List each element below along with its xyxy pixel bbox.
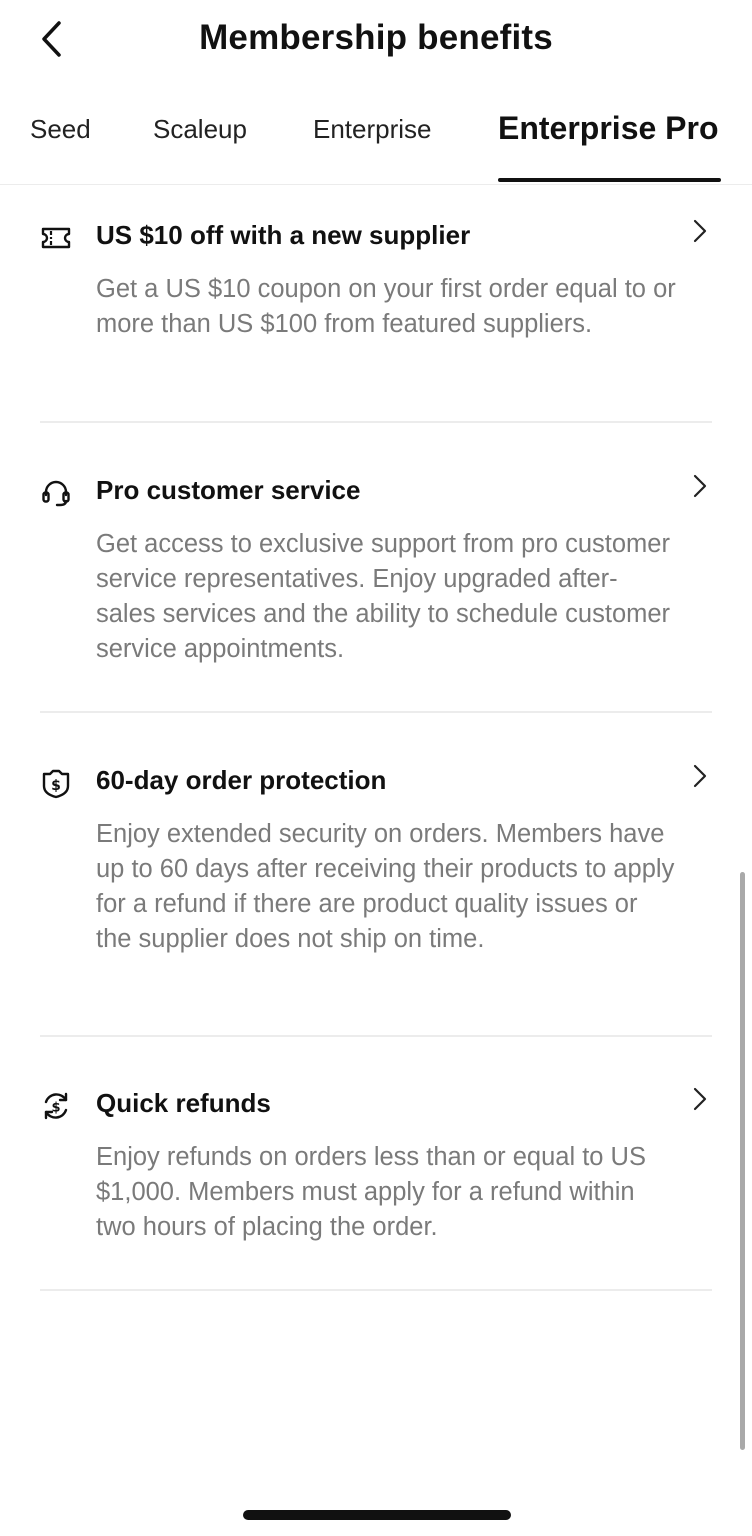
benefit-title: Quick refunds: [96, 1088, 271, 1118]
divider: [40, 711, 712, 713]
refund-cycle-icon: $: [44, 1092, 68, 1120]
tab-scaleup[interactable]: Scaleup: [153, 114, 247, 145]
dollar-shield-icon: $: [42, 769, 70, 799]
benefit-description: Get a US $10 coupon on your first order …: [96, 275, 676, 338]
chevron-right-icon: [693, 764, 707, 788]
coupon-ticket-icon: [41, 227, 71, 249]
scrollbar[interactable]: [740, 872, 745, 1450]
headset-icon: [42, 480, 70, 507]
benefit-title: US $10 off with a new supplier: [96, 220, 471, 250]
chevron-right-icon: [693, 474, 707, 498]
tab-enterprise-pro[interactable]: Enterprise Pro: [498, 110, 719, 147]
benefit-title: 60-day order protection: [96, 765, 387, 795]
benefit-title: Pro customer service: [96, 475, 361, 505]
divider: [40, 1289, 712, 1291]
benefit-item-pro-customer-service[interactable]: Pro customer service Get access to exclu…: [40, 474, 712, 675]
svg-text:$: $: [51, 778, 61, 794]
page-title: Membership benefits: [199, 18, 553, 57]
tab-enterprise[interactable]: Enterprise: [313, 114, 432, 145]
tier-tabs: Seed Scaleup Enterprise Enterprise Pro: [0, 96, 752, 185]
tab-seed[interactable]: Seed: [30, 114, 91, 145]
header-bar: Membership benefits: [0, 0, 752, 80]
svg-text:$: $: [51, 1101, 60, 1116]
divider: [40, 1035, 712, 1037]
divider: [40, 421, 712, 423]
benefit-description: Enjoy refunds on orders less than or equ…: [96, 1143, 646, 1241]
benefit-description: Enjoy extended security on orders. Membe…: [96, 820, 675, 953]
benefit-description: Get access to exclusive support from pro…: [96, 530, 671, 663]
chevron-right-icon: [693, 1087, 707, 1111]
benefit-item-new-supplier-coupon[interactable]: US $10 off with a new supplier Get a US …: [40, 219, 712, 390]
home-indicator[interactable]: [243, 1510, 511, 1520]
benefit-item-quick-refunds[interactable]: $ Quick refunds Enjoy refunds on orders …: [40, 1087, 712, 1258]
chevron-right-icon: [693, 219, 707, 243]
benefit-item-order-protection[interactable]: $ 60-day order protection Enjoy extended…: [40, 764, 712, 1005]
active-tab-indicator: [498, 178, 721, 182]
